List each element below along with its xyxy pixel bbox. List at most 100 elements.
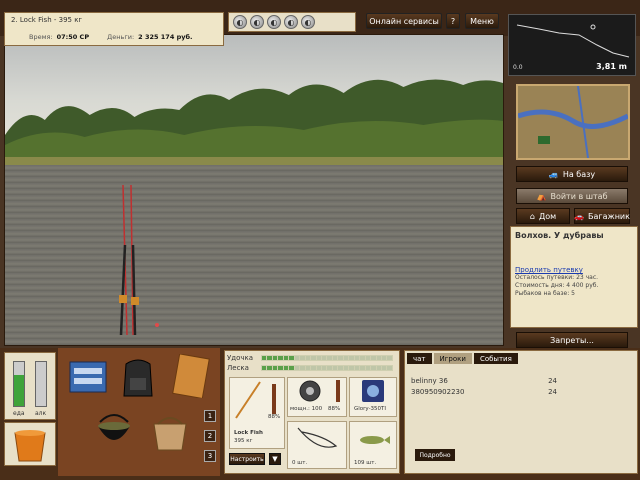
bait-slot-1[interactable]: ◐ [233, 15, 247, 29]
game-window: 2. Lock Fish - 395 кг Время: 07:50 СР Ден… [0, 0, 640, 480]
inventory-panel: 1 2 3 [58, 348, 220, 476]
fishers-count: Рыбаков на базе: 5 [515, 290, 575, 297]
fishing-scene[interactable] [4, 34, 504, 346]
location-title: Волхов. У дубравы [515, 231, 604, 240]
food-label: еда [13, 410, 25, 417]
go-to-base-button[interactable]: 🚙 На базу [516, 166, 628, 182]
line-status-bar [261, 365, 393, 371]
money-value: 2 325 174 руб. [138, 33, 193, 41]
location-map[interactable] [516, 84, 630, 160]
list-item[interactable]: 380950902230 24 [411, 388, 631, 399]
line-name: Glory-350TI [354, 406, 387, 412]
bottom-panel: еда алк 1 2 3 Удочка Леска 88% Lock Fish… [0, 348, 640, 480]
slot-3-button[interactable]: 3 [204, 450, 216, 462]
trunk-icon: 🚗 [574, 211, 584, 221]
bait-fish-icon [360, 436, 390, 444]
tab-events[interactable]: События [473, 353, 518, 364]
day-cost: Стоимость дня: 4 400 руб. [515, 282, 599, 289]
home-icon: ⌂ [529, 211, 535, 221]
slot-1-button[interactable]: 1 [204, 410, 216, 422]
rod-name: Lock Fish [234, 430, 263, 436]
fishing-rods[interactable] [105, 185, 165, 345]
details-button[interactable]: Подробно [415, 449, 455, 461]
reel-icon [299, 380, 340, 402]
rod-percent: 88% [268, 414, 281, 420]
line-slot[interactable]: Glory-350TI [349, 377, 397, 417]
line-status-row: Леска [227, 363, 397, 373]
hook-icon [297, 427, 338, 448]
location-info-panel: Волхов. У дубравы Продлить путевку Остал… [510, 226, 638, 328]
tune-button[interactable]: Настроить [229, 453, 265, 465]
bucket-slot[interactable] [4, 422, 56, 466]
player-score: 24 [548, 388, 557, 396]
player-status-panel: 2. Lock Fish - 395 кг Время: 07:50 СР Ден… [4, 12, 224, 46]
alcohol-label: алк [35, 410, 47, 417]
bait-strip: ◐ ◐ ◐ ◐ ◐ [228, 12, 356, 32]
time-label: Время: [29, 33, 53, 41]
bait-slot[interactable]: 109 шт. [349, 421, 397, 469]
slot-2-button[interactable]: 2 [204, 430, 216, 442]
food-meter [13, 361, 25, 407]
needs-meters: еда алк [4, 352, 56, 420]
bait-count: 109 шт. [354, 460, 377, 466]
home-button[interactable]: ⌂ Дом [516, 208, 570, 224]
alcohol-meter [35, 361, 47, 407]
line-status-label: Леска [227, 364, 249, 372]
hook-count: 0 шт. [292, 460, 308, 466]
tackle-box-icon[interactable] [66, 356, 110, 396]
reel-percent: 88% [328, 406, 341, 412]
rod-status-row: Удочка [227, 353, 397, 363]
rod-weight: 395 кг [234, 438, 253, 444]
river-water[interactable] [5, 165, 503, 345]
chat-tabs: чат Игроки События [405, 353, 518, 365]
depth-sounder: 0.0 3,81 m [508, 14, 636, 76]
list-item[interactable]: belinny 36 24 [411, 377, 631, 388]
players-list: belinny 36 24 380950902230 24 [411, 377, 631, 399]
tab-chat[interactable]: чат [407, 353, 432, 364]
tab-players[interactable]: Игроки [433, 353, 472, 364]
bait-slot-2[interactable]: ◐ [250, 15, 264, 29]
online-services-button[interactable]: Онлайн сервисы [366, 13, 442, 29]
money-label: Деньги: [107, 33, 135, 41]
help-button[interactable]: ? [446, 13, 460, 29]
bait-slot-4[interactable]: ◐ [284, 15, 298, 29]
enter-hq-button[interactable]: ⛺ Войти в штаб [516, 188, 628, 204]
bucket-icon [14, 430, 46, 462]
player-score: 24 [548, 377, 557, 385]
bait-slot-3[interactable]: ◐ [267, 15, 281, 29]
go-to-base-label: На базу [562, 169, 596, 179]
time-value: 07:50 СР [56, 33, 90, 41]
cauldron-icon[interactable] [92, 408, 136, 454]
reel-slot[interactable]: мощн.: 100 88% [287, 377, 347, 417]
trunk-button[interactable]: 🚗 Багажник [574, 208, 630, 224]
bans-button[interactable]: Запреты... [516, 332, 628, 348]
menu-button[interactable]: Меню [465, 13, 499, 29]
tune-dropdown-button[interactable]: ▼ [269, 453, 281, 465]
hook-slot[interactable]: 0 шт. [287, 421, 347, 469]
extend-permit-link[interactable]: Продлить путевку [515, 266, 633, 274]
backpack-icon[interactable] [120, 356, 156, 398]
permit-remaining: Осталось путевки: 23 час. [515, 274, 599, 281]
rod-status-label: Удочка [227, 354, 254, 362]
bait-slot-5[interactable]: ◐ [301, 15, 315, 29]
player-name: belinny 36 [411, 377, 448, 385]
depth-value: 3,81 m [596, 62, 627, 71]
notebook-icon[interactable] [170, 354, 210, 398]
rod-slot[interactable]: 88% Lock Fish 395 кг [229, 377, 285, 449]
player-name: 380950902230 [411, 388, 465, 396]
enter-hq-label: Войти в штаб [550, 191, 608, 201]
current-rod-line: 2. Lock Fish - 395 кг [11, 16, 83, 24]
time-money-row: Время: 07:50 СР Деньги: 2 325 174 руб. [29, 33, 209, 41]
right-panel: 0.0 3,81 m 🚙 На базу ⛺ Войти в штаб ⌂ Дом 🚗… [508, 12, 640, 352]
food-meter-fill [14, 375, 24, 406]
forest-shoreline [5, 79, 503, 165]
car-icon: 🚙 [548, 169, 559, 179]
trunk-label: Багажник [588, 211, 630, 221]
chat-panel: чат Игроки События belinny 36 24 3809509… [404, 350, 638, 474]
line-spool-icon [362, 380, 384, 402]
rod-line-status: Удочка Леска [227, 353, 397, 375]
creel-basket-icon[interactable] [148, 410, 192, 454]
reel-power: мощн.: 100 [290, 406, 323, 412]
rod-status-bar [261, 355, 393, 361]
tent-icon: ⛺ [536, 191, 547, 201]
